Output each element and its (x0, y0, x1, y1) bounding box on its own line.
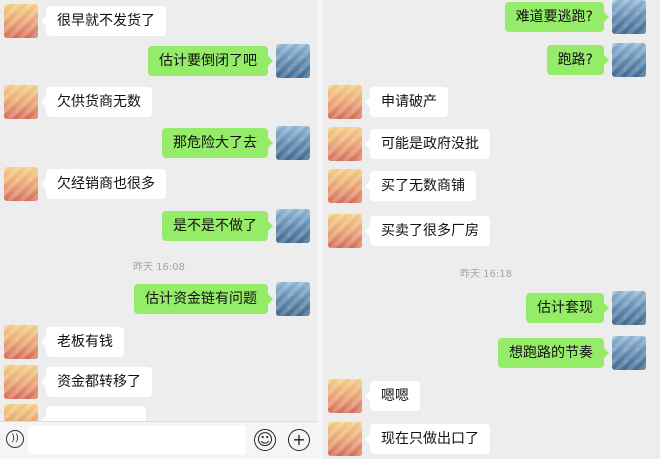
message-row: 是不是不做了 (0, 209, 318, 243)
message-row: 欠经销商也很多 (0, 167, 318, 201)
message-row: 老板有钱 (0, 325, 318, 359)
message-bubble-incoming[interactable]: 欠供货商无数 (41, 87, 152, 117)
message-row: 难道要逃跑? (322, 0, 660, 34)
message-row: 申请破产 (322, 85, 660, 119)
message-bubble-incoming[interactable]: 很早就不发货了 (41, 6, 166, 36)
message-row: 资金都转移了 (0, 365, 318, 399)
timestamp: 昨天 16:08 (133, 262, 185, 273)
my-avatar[interactable] (612, 43, 646, 77)
message-bubble-outgoing[interactable]: 跑路? (546, 45, 610, 75)
contact-avatar[interactable] (328, 422, 362, 456)
message-row: 跑路? (322, 43, 660, 77)
message-row: 欠供货商无数 (0, 85, 318, 119)
message-row: 想跑路的节奏 (322, 336, 660, 370)
message-row: 买卖了很多厂房 (322, 214, 660, 248)
message-row: 可能是政府没批 (322, 127, 660, 161)
message-row: 估计套现 (322, 291, 660, 325)
contact-avatar[interactable] (4, 85, 38, 119)
chat-panel-right: 难道要逃跑? 跑路? 申请破产 可能是政府没批 买了无数商铺 买卖了很多厂房 昨… (322, 0, 660, 459)
message-input[interactable] (28, 426, 246, 454)
contact-avatar[interactable] (4, 4, 38, 38)
chat-panel-left: 很早就不发货了 估计要倒闭了吧 欠供货商无数 那危险大了去 欠经销商也很多 是不… (0, 0, 318, 459)
voice-icon[interactable]: )) (6, 430, 24, 448)
plus-icon[interactable]: + (288, 429, 310, 451)
message-bubble-outgoing[interactable]: 估计套现 (526, 293, 609, 323)
message-bubble-incoming[interactable]: 老板有钱 (41, 327, 124, 357)
message-bubble-incoming[interactable]: 现在只做出口了 (365, 424, 490, 454)
message-bubble-outgoing[interactable]: 难道要逃跑? (504, 2, 610, 32)
my-avatar[interactable] (276, 282, 310, 316)
message-row: 嗯嗯 (322, 379, 660, 413)
message-row: 估计要倒闭了吧 (0, 44, 318, 78)
message-row: 买了无数商铺 (322, 169, 660, 203)
emoji-icon[interactable]: ☺ (254, 429, 276, 451)
timestamp: 昨天 16:18 (460, 269, 512, 280)
contact-avatar[interactable] (4, 325, 38, 359)
message-row: 估计资金链有问题 (0, 282, 318, 316)
message-bubble-incoming[interactable]: 申请破产 (365, 87, 448, 117)
message-bubble-outgoing[interactable]: 那危险大了去 (162, 128, 273, 158)
my-avatar[interactable] (612, 0, 646, 34)
message-bubble-incoming[interactable]: 买卖了很多厂房 (365, 216, 490, 246)
message-row: 很早就不发货了 (0, 4, 318, 38)
message-bubble-incoming[interactable]: 买了无数商铺 (365, 171, 476, 201)
message-bubble-outgoing[interactable]: 估计要倒闭了吧 (148, 46, 273, 76)
message-bubble-incoming[interactable]: 资金都转移了 (41, 367, 152, 397)
my-avatar[interactable] (612, 291, 646, 325)
contact-avatar[interactable] (328, 85, 362, 119)
my-avatar[interactable] (276, 126, 310, 160)
contact-avatar[interactable] (328, 169, 362, 203)
contact-avatar[interactable] (328, 379, 362, 413)
input-bar: )) ☺ + (0, 421, 318, 459)
my-avatar[interactable] (276, 44, 310, 78)
contact-avatar[interactable] (328, 214, 362, 248)
message-bubble-incoming[interactable]: 欠经销商也很多 (41, 169, 166, 199)
message-bubble-outgoing[interactable]: 估计资金链有问题 (134, 284, 273, 314)
message-bubble-outgoing[interactable]: 想跑路的节奏 (498, 338, 609, 368)
my-avatar[interactable] (276, 209, 310, 243)
message-bubble-outgoing[interactable]: 是不是不做了 (162, 211, 273, 241)
message-row: 现在只做出口了 (322, 422, 660, 456)
contact-avatar[interactable] (328, 127, 362, 161)
message-row: 那危险大了去 (0, 126, 318, 160)
contact-avatar[interactable] (4, 167, 38, 201)
message-bubble-incoming[interactable]: 嗯嗯 (365, 381, 420, 411)
message-bubble-incoming[interactable]: 可能是政府没批 (365, 129, 490, 159)
my-avatar[interactable] (612, 336, 646, 370)
contact-avatar[interactable] (4, 365, 38, 399)
